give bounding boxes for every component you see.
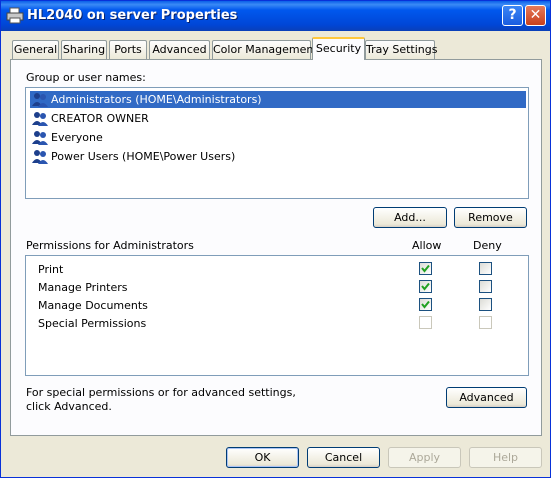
user-group-icon (32, 150, 48, 164)
user-name: Power Users (HOME\Power Users) (51, 150, 236, 163)
advanced-button[interactable]: Advanced (446, 387, 527, 408)
group-label: Group or user names: (26, 71, 146, 84)
special-note-line1: For special permissions or for advanced … (26, 386, 296, 399)
permission-name: Special Permissions (38, 317, 147, 330)
allow-manage-printers-checkbox[interactable] (419, 280, 432, 293)
deny-special-permissions-checkbox (479, 316, 492, 329)
printer-icon (6, 7, 24, 24)
list-item[interactable]: Administrators (HOME\Administrators) (30, 91, 526, 108)
ok-button[interactable]: OK (226, 447, 299, 468)
permission-name: Print (38, 263, 64, 276)
user-name: Everyone (51, 131, 103, 144)
cancel-button[interactable]: Cancel (307, 447, 380, 468)
user-name: Administrators (HOME\Administrators) (51, 93, 262, 106)
allow-header: Allow (412, 239, 442, 252)
permission-name: Manage Documents (38, 299, 148, 312)
special-note-line2: click Advanced. (26, 400, 112, 413)
user-group-icon (32, 93, 48, 107)
allow-manage-documents-checkbox[interactable] (419, 298, 432, 311)
user-name: CREATOR OWNER (51, 112, 149, 125)
user-list[interactable]: Administrators (HOME\Administrators) CRE… (25, 87, 529, 199)
tab-sharing[interactable]: Sharing (61, 40, 107, 59)
window-title: HL2040 on server Properties (27, 8, 238, 23)
deny-manage-printers-checkbox[interactable] (479, 280, 492, 293)
permissions-label: Permissions for Administrators (26, 239, 194, 252)
security-panel: Group or user names: Administrators (HOM… (10, 59, 542, 436)
help-button[interactable]: ? (502, 5, 523, 26)
tab-tray-settings[interactable]: Tray Settings (365, 40, 438, 59)
tab-color-management[interactable]: Color Management (212, 40, 318, 59)
deny-header: Deny (473, 239, 502, 252)
tab-general[interactable]: General (12, 40, 59, 59)
allow-special-permissions-checkbox (419, 316, 432, 329)
list-item[interactable]: Everyone (30, 129, 526, 146)
permission-name: Manage Printers (38, 281, 128, 294)
tab-advanced[interactable]: Advanced (149, 40, 210, 59)
title-bar[interactable]: HL2040 on server Properties ? ✕ (1, 1, 550, 31)
list-item[interactable]: Power Users (HOME\Power Users) (30, 148, 526, 165)
deny-manage-documents-checkbox[interactable] (479, 298, 492, 311)
apply-button: Apply (388, 447, 461, 468)
remove-button[interactable]: Remove (454, 207, 527, 228)
user-group-icon (32, 131, 48, 145)
deny-print-checkbox[interactable] (479, 262, 492, 275)
user-group-icon (32, 112, 48, 126)
allow-print-checkbox[interactable] (419, 262, 432, 275)
properties-dialog: HL2040 on server Properties ? ✕ General … (0, 0, 551, 478)
list-item[interactable]: CREATOR OWNER (30, 110, 526, 127)
tab-security[interactable]: Security (312, 37, 365, 60)
close-button[interactable]: ✕ (525, 5, 546, 26)
permissions-list: Print Manage Printers Manage Documents S… (25, 255, 529, 376)
add-button[interactable]: Add... (373, 207, 447, 228)
tab-ports[interactable]: Ports (109, 40, 147, 59)
help-footer-button: Help (469, 447, 542, 468)
